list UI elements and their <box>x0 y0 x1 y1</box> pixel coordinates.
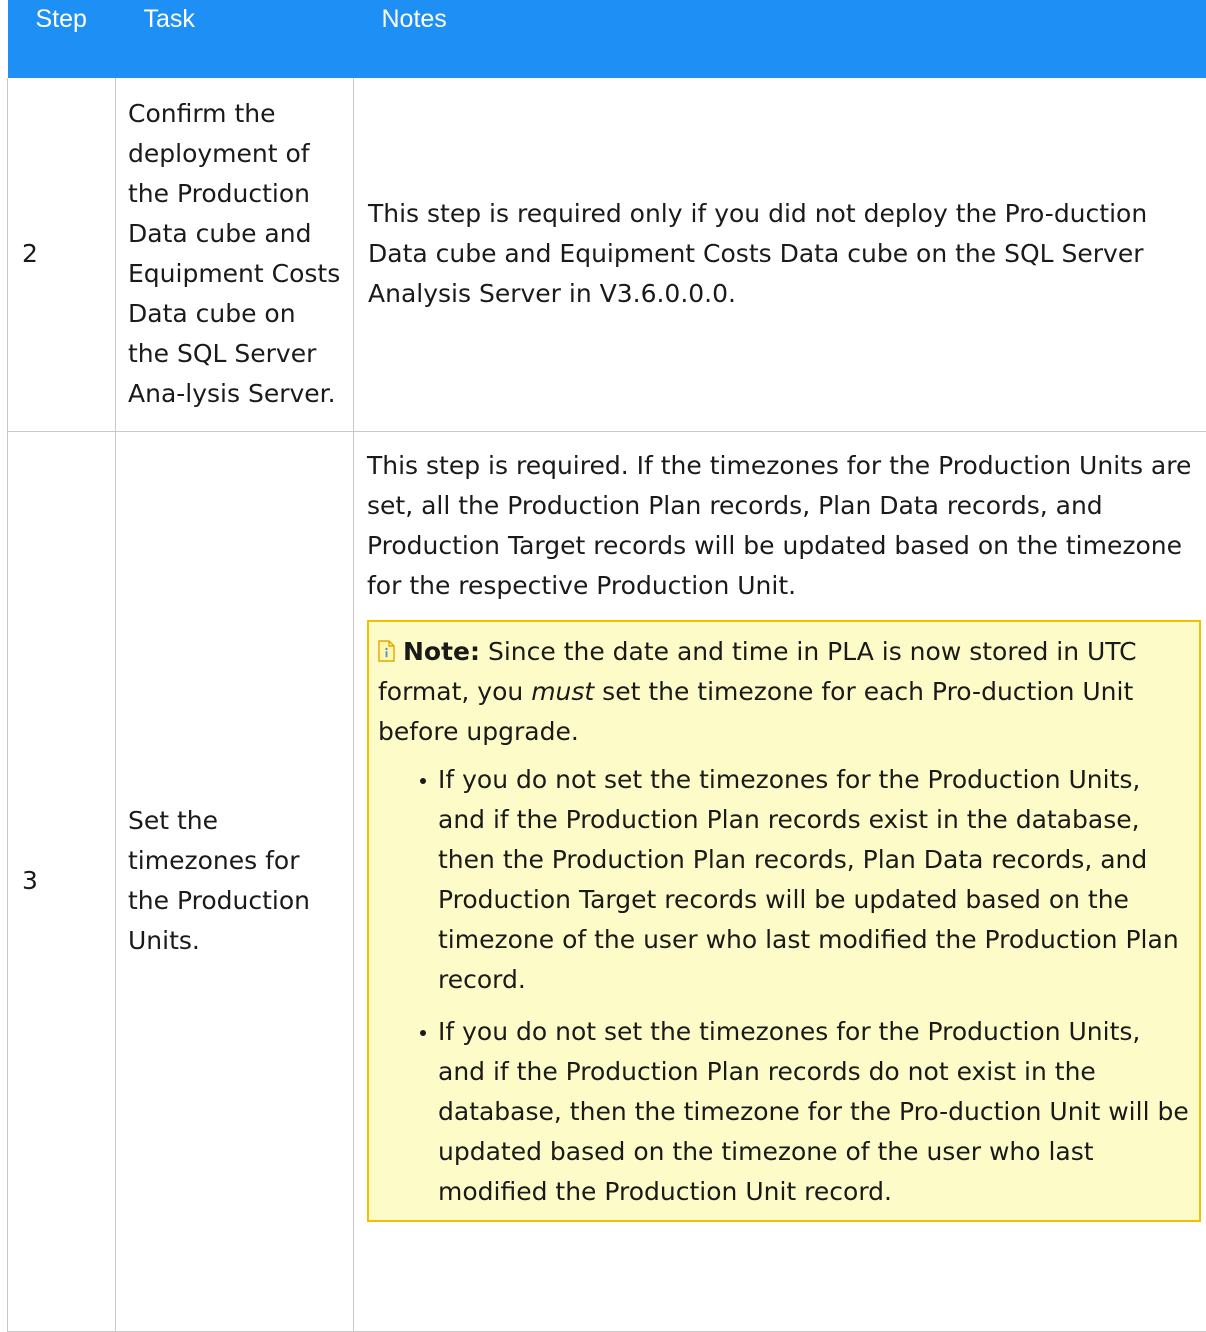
header-step-label: Step <box>36 5 87 33</box>
note-callout: Note: Since the date and time in PLA is … <box>367 620 1201 1222</box>
table-row: 3 Set the timezones for the Production U… <box>8 431 1206 1331</box>
note-info-icon <box>378 640 395 662</box>
task-text: Set the timezones for the Production Uni… <box>128 806 310 955</box>
list-item: If you do not set the timezones for the … <box>438 760 1191 1000</box>
task-cell: Set the timezones for the Production Uni… <box>116 431 354 1331</box>
step-number: 2 <box>8 78 116 431</box>
header-step: Step <box>8 0 116 78</box>
list-item: If you do not set the timezones for the … <box>438 1012 1191 1212</box>
task-text: Confirm the deployment of the Production… <box>128 99 340 408</box>
table-header: Step Task Notes <box>8 0 1206 78</box>
header-task-label: Task <box>144 5 195 33</box>
notes-cell: This step is required. If the timezones … <box>354 431 1206 1331</box>
note-emphasis: must <box>531 677 594 706</box>
note-label: Note: <box>403 637 480 666</box>
table-row: 2 Confirm the deployment of the Producti… <box>8 78 1206 431</box>
steps-table: Step Task Notes 2 Confirm the deployment… <box>7 0 1206 1332</box>
header-notes-label: Notes <box>382 5 447 33</box>
header-notes: Notes <box>354 0 1206 78</box>
step-number: 3 <box>8 431 116 1331</box>
task-cell: Confirm the deployment of the Production… <box>116 78 354 431</box>
note-lead: Note: Since the date and time in PLA is … <box>378 632 1191 752</box>
notes-text: This step is required. If the timezones … <box>367 446 1206 606</box>
notes-cell: This step is required only if you did no… <box>354 78 1206 431</box>
notes-text: This step is required only if you did no… <box>368 194 1193 314</box>
header-task: Task <box>116 0 354 78</box>
note-bullet-list: If you do not set the timezones for the … <box>378 760 1191 1212</box>
